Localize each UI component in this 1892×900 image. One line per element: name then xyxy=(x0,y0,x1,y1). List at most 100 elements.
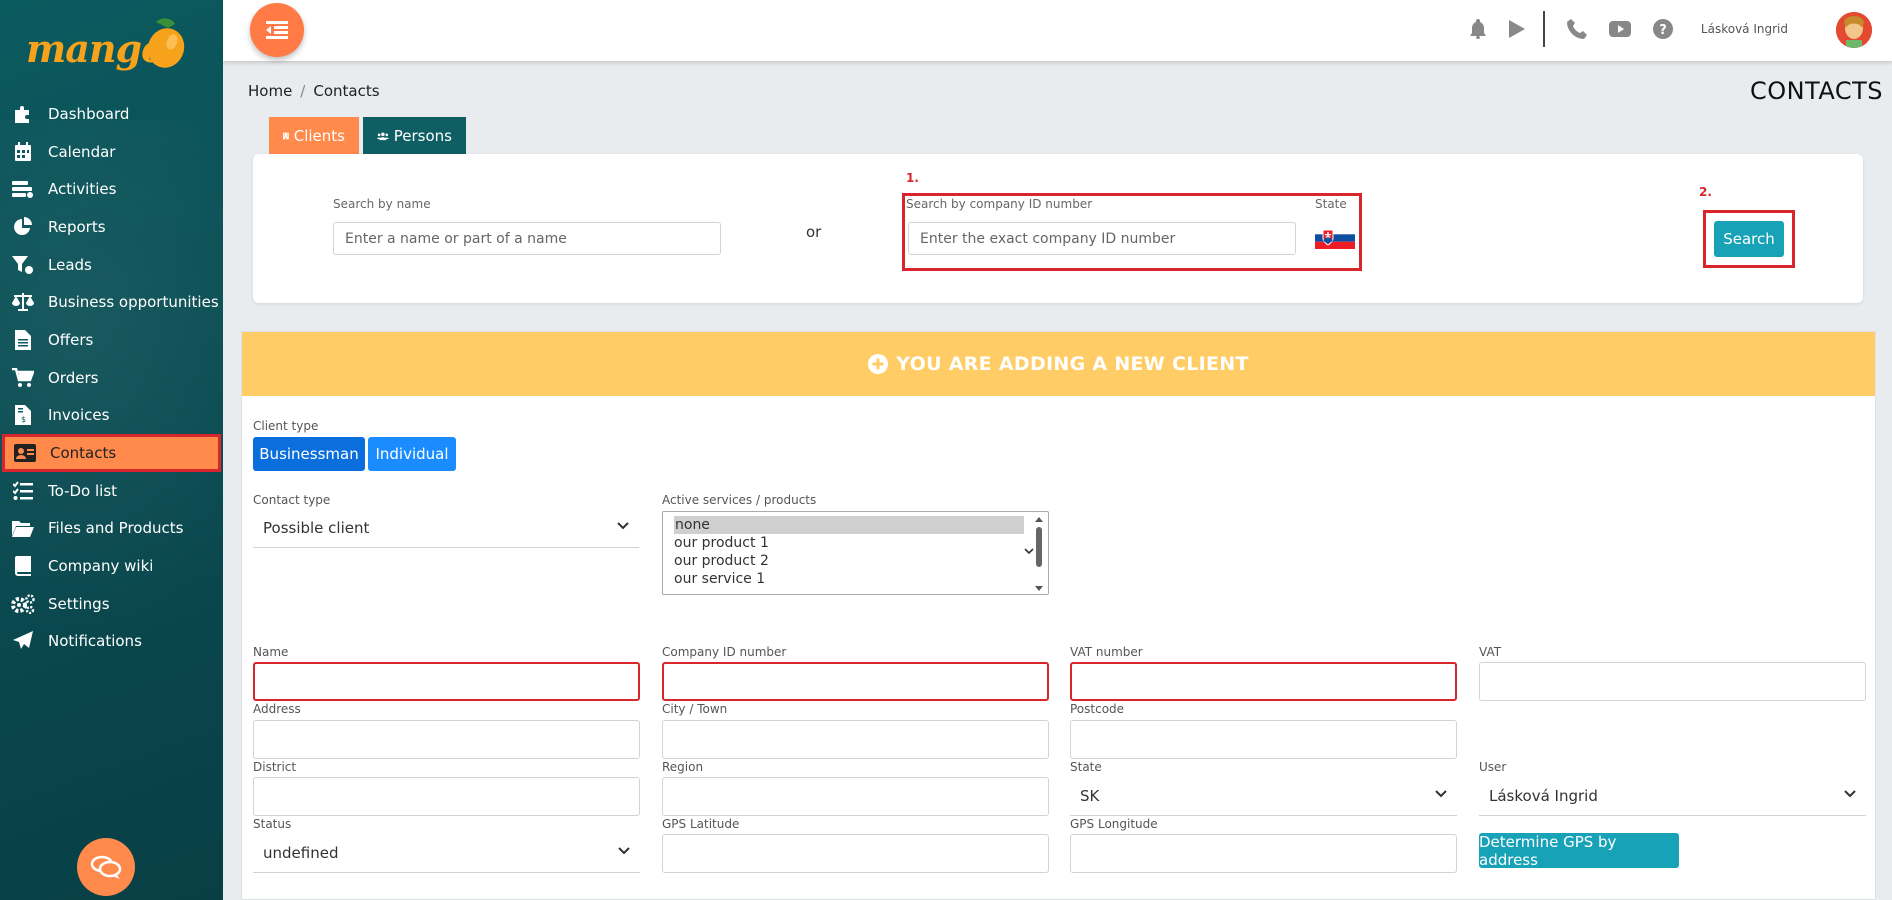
contact-type-select[interactable]: Possible client xyxy=(253,509,639,548)
tab-clients[interactable]: Clients xyxy=(269,117,359,154)
determine-gps-button[interactable]: Determine GPS by address xyxy=(1479,833,1679,869)
avatar[interactable] xyxy=(1836,12,1872,48)
listbox-scrollbar[interactable] xyxy=(1034,516,1044,592)
sidebar-item-label: Notifications xyxy=(48,632,142,651)
contact-card-icon xyxy=(13,443,37,463)
slovakia-flag-icon[interactable] xyxy=(1315,227,1355,249)
new-client-panel: YOU ARE ADDING A NEW CLIENT Client type … xyxy=(241,331,1876,900)
city-input[interactable] xyxy=(662,720,1049,759)
sidebar-item-label: Offers xyxy=(48,330,94,349)
breadcrumb-separator: / xyxy=(300,82,306,100)
sidebar-item-orders[interactable]: Orders xyxy=(0,359,223,397)
breadcrumb-current: Contacts xyxy=(313,82,380,100)
gps-longitude-input[interactable] xyxy=(1070,834,1457,873)
sidebar-item-business-opportunities[interactable]: Business opportunities xyxy=(0,283,223,321)
scale-icon xyxy=(11,292,35,312)
sidebar-item-dashboard[interactable]: Dashboard xyxy=(0,95,223,133)
tab-clients-label: Clients xyxy=(293,126,345,145)
company-id-input[interactable] xyxy=(662,662,1049,701)
district-input[interactable] xyxy=(253,777,640,816)
gps-latitude-label: GPS Latitude xyxy=(662,817,740,831)
search-company-id-input[interactable]: Enter the exact company ID number xyxy=(908,222,1296,255)
contact-type-value: Possible client xyxy=(263,519,370,537)
or-text: or xyxy=(806,223,822,241)
youtube-icon[interactable] xyxy=(1608,21,1631,37)
help-icon[interactable]: ? xyxy=(1652,19,1673,39)
search-name-input[interactable]: Enter a name or part of a name xyxy=(333,222,721,255)
plus-circle-icon xyxy=(868,354,889,374)
user-label: User xyxy=(1479,760,1507,774)
vat-number-input[interactable] xyxy=(1070,662,1457,701)
pie-chart-icon xyxy=(11,216,35,237)
name-input[interactable] xyxy=(253,662,640,701)
sidebar-item-reports[interactable]: Reports xyxy=(0,208,223,246)
folder-icon xyxy=(11,518,35,538)
address-input[interactable] xyxy=(253,720,640,759)
client-type-label: Client type xyxy=(253,419,319,433)
search-button[interactable]: Search xyxy=(1714,221,1784,257)
service-option[interactable]: our service 1 xyxy=(663,570,1048,588)
postcode-input[interactable] xyxy=(1070,720,1457,759)
service-option[interactable]: our product 1 xyxy=(663,534,1048,552)
svg-text:$: $ xyxy=(21,415,26,424)
status-select[interactable]: undefined xyxy=(253,834,640,873)
sidebar-item-leads[interactable]: Leads xyxy=(0,246,223,284)
sidebar: mango Dashboard Calendar Activities Repo… xyxy=(0,0,223,900)
chat-bubbles-icon xyxy=(90,855,122,879)
sidebar-item-label: Files and Products xyxy=(48,519,184,538)
user-select[interactable]: Lásková Ingrid xyxy=(1479,777,1866,816)
client-type-businessman-button[interactable]: Businessman xyxy=(253,437,365,471)
sidebar-item-todo-list[interactable]: To-Do list xyxy=(0,472,223,510)
district-label: District xyxy=(253,760,297,774)
sidebar-item-settings[interactable]: Settings xyxy=(0,585,223,623)
indent-icon xyxy=(266,21,288,39)
sidebar-item-activities[interactable]: Activities xyxy=(0,170,223,208)
vat-input[interactable] xyxy=(1479,662,1866,701)
services-listbox[interactable]: none our product 1 our product 2 our ser… xyxy=(662,511,1049,595)
contact-type-label: Contact type xyxy=(253,493,331,507)
tab-persons-label: Persons xyxy=(393,126,452,145)
client-type-individual-button[interactable]: Individual xyxy=(368,437,456,471)
chevron-down-icon xyxy=(1024,548,1034,555)
topbar-icons: ? Lásková Ingrid xyxy=(1447,11,1832,47)
address-label: Address xyxy=(253,702,301,716)
checklist-icon xyxy=(11,481,35,501)
sidebar-item-label: Business opportunities xyxy=(48,293,219,312)
vat-label: VAT xyxy=(1479,645,1502,659)
chat-button[interactable] xyxy=(77,838,135,896)
gps-latitude-input[interactable] xyxy=(662,834,1049,873)
sidebar-item-invoices[interactable]: $ Invoices xyxy=(0,397,223,435)
sidebar-item-files-and-products[interactable]: Files and Products xyxy=(0,510,223,548)
state-select[interactable]: SK xyxy=(1070,777,1457,816)
sidebar-item-contacts[interactable]: Contacts xyxy=(2,434,221,472)
service-option[interactable]: our product 2 xyxy=(663,552,1048,570)
sidebar-item-label: Settings xyxy=(48,594,110,613)
breadcrumb-home[interactable]: Home xyxy=(248,82,292,100)
user-name[interactable]: Lásková Ingrid xyxy=(1701,22,1788,36)
play-icon[interactable] xyxy=(1508,20,1525,38)
chevron-down-icon xyxy=(617,522,629,530)
region-label: Region xyxy=(662,760,704,774)
page-title: CONTACTS xyxy=(1749,77,1883,105)
sidebar-item-notifications[interactable]: Notifications xyxy=(0,623,223,661)
sidebar-item-calendar[interactable]: Calendar xyxy=(0,133,223,171)
phone-icon[interactable] xyxy=(1566,19,1587,39)
chevron-down-icon xyxy=(618,847,630,855)
new-client-header-text: YOU ARE ADDING A NEW CLIENT xyxy=(896,353,1249,375)
status-value: undefined xyxy=(263,844,339,862)
document-icon xyxy=(11,329,35,350)
sidebar-item-company-wiki[interactable]: Company wiki xyxy=(0,547,223,585)
annotation-number-1: 1. xyxy=(906,171,919,185)
mango-logo[interactable]: mango xyxy=(26,12,196,72)
sidebar-item-label: Leads xyxy=(48,255,92,274)
sidebar-item-offers[interactable]: Offers xyxy=(0,321,223,359)
service-option[interactable]: none xyxy=(674,516,1024,534)
user-avatar-icon xyxy=(1836,12,1872,48)
menu-toggle-button[interactable] xyxy=(250,3,304,57)
bell-icon[interactable] xyxy=(1469,19,1487,39)
tab-persons[interactable]: Persons xyxy=(363,117,466,154)
region-input[interactable] xyxy=(662,777,1049,816)
state-label: State xyxy=(1070,760,1102,774)
new-client-header: YOU ARE ADDING A NEW CLIENT xyxy=(242,332,1875,396)
topbar-divider xyxy=(1542,11,1545,47)
